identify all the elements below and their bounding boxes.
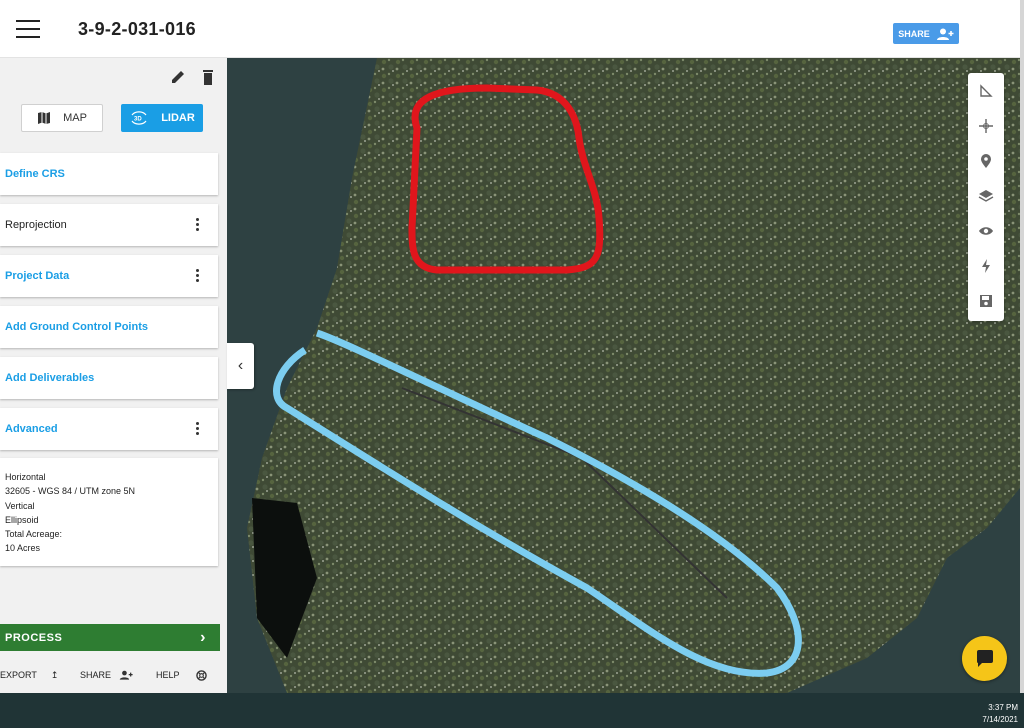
app-window: 3-9-2-031-016 SHARE MAP 3D LIDAR Define … [0,0,1020,693]
chat-button[interactable] [962,636,1007,681]
clock-date: 7/14/2021 [982,715,1018,724]
lidar-mode-label: LIDAR [161,112,195,124]
svg-text:3D: 3D [134,117,142,123]
add-person-icon [936,28,954,40]
scrollbar-edge [1020,0,1024,693]
chevron-right-icon: › [200,629,206,646]
os-taskbar: 3:37 PM 7/14/2021 [0,693,1024,728]
lifebuoy-icon [195,669,207,681]
map-mode-button[interactable]: MAP [21,104,103,132]
project-info-card: Horizontal 32605 - WGS 84 / UTM zone 5N … [0,458,218,566]
vertical-label: Vertical [5,500,35,511]
define-crs-item[interactable]: Define CRS [0,153,218,195]
edit-icon[interactable] [168,68,188,86]
advanced-item[interactable]: Advanced [0,408,218,450]
export-icon: ↥ [50,669,59,680]
vertical-value: Ellipsoid [5,514,39,525]
map-icon [38,112,51,124]
menu-icon[interactable] [16,20,40,38]
bottom-actions: EXPORT ↥ SHARE HELP [0,664,220,686]
share-button[interactable]: SHARE [893,23,959,44]
share-bottom-button[interactable]: SHARE [80,670,133,680]
sidebar: MAP 3D LIDAR Define CRS Reprojection Pro… [0,58,227,693]
map-toolbar [968,73,1004,321]
delete-icon[interactable] [198,68,218,86]
lidar-mode-button[interactable]: 3D LIDAR [121,104,203,132]
ruler-icon[interactable] [968,73,1004,108]
add-person-icon [119,670,133,680]
eye-icon[interactable] [968,213,1004,248]
acreage-label: Total Acreage: [5,529,63,540]
system-clock: 3:37 PM 7/14/2021 [982,702,1018,726]
more-vert-icon[interactable] [196,422,200,436]
layers-icon[interactable] [968,178,1004,213]
3d-rotate-icon: 3D [131,111,147,125]
save-icon[interactable] [968,283,1004,318]
map-mode-label: MAP [63,112,87,124]
help-button[interactable]: HELP [156,669,207,681]
location-pin-icon[interactable] [968,143,1004,178]
horizontal-value: 32605 - WGS 84 / UTM zone 5N [5,486,136,497]
add-ground-control-points-item[interactable]: Add Ground Control Points [0,306,218,348]
add-deliverables-item[interactable]: Add Deliverables [0,357,218,399]
chat-icon [976,649,993,667]
process-button[interactable]: PROCESS › [0,624,220,651]
chevron-left-icon: ‹ [237,357,244,374]
export-button[interactable]: EXPORT ↥ [0,670,58,681]
top-bar: 3-9-2-031-016 SHARE [0,0,1020,58]
share-label: SHARE [898,28,930,39]
move-icon[interactable] [968,108,1004,143]
acreage-value: 10 Acres [5,543,41,554]
process-label: PROCESS [5,631,63,644]
more-vert-icon[interactable] [196,218,200,232]
map-canvas[interactable] [227,58,1020,693]
lidar-map-view[interactable] [227,58,1020,693]
flash-icon[interactable] [968,248,1004,283]
horizontal-label: Horizontal [5,472,46,482]
clock-time: 3:37 PM [988,703,1018,712]
project-data-item[interactable]: Project Data [0,255,218,297]
collapse-sidebar-button[interactable]: ‹ [227,343,254,389]
more-vert-icon[interactable] [196,269,200,283]
reprojection-item[interactable]: Reprojection [0,204,218,246]
page-title: 3-9-2-031-016 [78,19,196,39]
